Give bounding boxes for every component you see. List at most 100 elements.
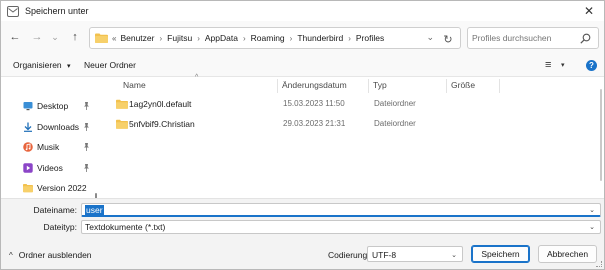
music-icon <box>23 142 33 152</box>
address-history-chevron-icon[interactable]: ⌄ <box>426 32 434 43</box>
column-divider[interactable] <box>368 79 369 93</box>
command-bar: Organisieren ▾ Neuer Ordner ≡ ▾ ? <box>1 55 604 77</box>
refresh-button[interactable]: ↻ <box>440 31 456 47</box>
folder-icon <box>116 119 128 129</box>
organize-label: Organisieren <box>13 60 62 70</box>
breadcrumb-item[interactable]: Roaming <box>251 33 285 43</box>
help-icon: ? <box>589 61 594 70</box>
close-button[interactable]: ✕ <box>574 1 604 21</box>
pin-icon <box>83 102 90 112</box>
caret-down-icon[interactable]: ▾ <box>561 61 565 69</box>
forward-button[interactable]: → <box>29 29 45 45</box>
file-date: 29.03.2023 21:31 <box>283 119 346 128</box>
breadcrumb-item[interactable]: Thunderbird <box>297 33 343 43</box>
encoding-value: UTF-8 <box>372 250 397 260</box>
hide-folders-toggle[interactable]: ^ Ordner ausblenden <box>9 250 92 260</box>
file-list: ^ Name Änderungsdatum Typ Größe 1ag2yn0l… <box>101 74 604 198</box>
chevron-right-icon[interactable]: › <box>290 34 293 43</box>
column-divider[interactable] <box>499 79 500 93</box>
view-options-icon[interactable]: ≡ <box>545 59 551 71</box>
sidebar-item-label: Downloads <box>37 122 80 132</box>
desktop-icon <box>23 102 33 111</box>
cancel-label: Abbrechen <box>546 249 589 259</box>
column-header-date[interactable]: Änderungsdatum <box>282 80 347 90</box>
navigation-pane: Desktop Downloads Musik Videos Version 2… <box>1 77 101 213</box>
save-button[interactable]: Speichern <box>471 245 530 263</box>
column-divider[interactable] <box>277 79 278 93</box>
table-row[interactable]: 1ag2yn0l.default 15.03.2023 11:50 Dateio… <box>113 96 593 112</box>
dialog-footer: ^ Ordner ausblenden Codierung: UTF-8 ⌄ S… <box>1 236 604 269</box>
sidebar-item-version-2022[interactable]: Version 2022 <box>23 181 87 195</box>
save-label: Speichern <box>481 249 520 259</box>
thunderbird-app-icon <box>7 6 19 17</box>
chevron-down-icon[interactable]: ⌄ <box>589 206 595 214</box>
title-bar: Speichern unter ✕ <box>1 1 604 21</box>
recent-locations-button[interactable]: ⌄ <box>47 29 63 45</box>
column-header-size[interactable]: Größe <box>451 80 475 90</box>
sidebar-item-desktop[interactable]: Desktop <box>23 99 68 113</box>
chevron-down-icon: ⌄ <box>451 252 457 259</box>
file-date: 15.03.2023 11:50 <box>283 99 345 108</box>
hide-folders-label: Ordner ausblenden <box>18 250 92 260</box>
file-list-scrollbar[interactable] <box>600 89 602 181</box>
column-header-name[interactable]: Name <box>123 80 146 90</box>
filename-value: user <box>85 205 104 215</box>
sidebar-item-music[interactable]: Musik <box>23 140 59 154</box>
sidebar-item-videos[interactable]: Videos <box>23 161 63 175</box>
pin-icon <box>83 143 90 153</box>
download-icon <box>24 122 32 132</box>
chevron-down-icon: ⌄ <box>51 31 59 42</box>
chevron-right-icon[interactable]: › <box>348 34 351 43</box>
address-bar[interactable]: « Benutzer › Fujitsu › AppData › Roaming… <box>89 27 461 49</box>
chevron-right-icon[interactable]: › <box>243 34 246 43</box>
breadcrumb-overflow-icon[interactable]: « <box>112 34 116 43</box>
save-options: Dateiname: user ⌄ Dateityp: Textdokument… <box>1 198 604 236</box>
encoding-select[interactable]: UTF-8 ⌄ <box>367 246 463 262</box>
folder-icon <box>116 99 128 109</box>
filename-field[interactable]: user ⌄ <box>81 203 601 217</box>
resize-grip[interactable] <box>596 261 602 267</box>
filetype-label: Dateityp: <box>43 222 77 232</box>
search-input[interactable] <box>472 31 580 45</box>
filetype-select[interactable]: Textdokumente (*.txt) ⌄ <box>81 220 601 234</box>
file-name: 5nfvbif9.Christian <box>129 119 195 129</box>
chevron-right-icon[interactable]: › <box>159 34 162 43</box>
sidebar-item-label: Desktop <box>37 101 69 111</box>
search-icon <box>580 33 591 44</box>
sidebar-item-downloads[interactable]: Downloads <box>23 120 79 134</box>
filename-label: Dateiname: <box>33 205 77 215</box>
folder-icon <box>95 33 108 43</box>
sidebar-item-label: Version 2022 <box>37 183 87 193</box>
up-button[interactable]: ↑ <box>67 29 83 45</box>
caret-down-icon: ▾ <box>67 63 71 70</box>
back-button[interactable]: ← <box>7 29 23 45</box>
column-divider[interactable] <box>446 79 447 93</box>
sidebar-item-label: Musik <box>37 142 60 152</box>
breadcrumb-item[interactable]: Fujitsu <box>167 33 192 43</box>
breadcrumb-item[interactable]: Profiles <box>356 33 384 43</box>
cancel-button[interactable]: Abbrechen <box>538 245 597 263</box>
table-row[interactable]: 5nfvbif9.Christian 29.03.2023 21:31 Date… <box>113 116 593 132</box>
pin-icon <box>83 123 90 133</box>
chevron-up-icon: ^ <box>9 250 13 260</box>
column-header-type[interactable]: Typ <box>373 80 387 90</box>
sidebar-item-label: Videos <box>37 163 63 173</box>
file-name: 1ag2yn0l.default <box>129 99 192 109</box>
breadcrumb-item[interactable]: Benutzer <box>120 33 154 43</box>
arrow-right-icon: → <box>31 31 43 43</box>
pin-icon <box>83 164 90 174</box>
save-as-dialog: Speichern unter ✕ ← → ⌄ ↑ « Benutzer › F… <box>0 0 605 270</box>
file-type: Dateiordner <box>374 119 416 128</box>
search-box[interactable] <box>467 27 599 49</box>
breadcrumb-item[interactable]: AppData <box>205 33 238 43</box>
chevron-right-icon[interactable]: › <box>197 34 200 43</box>
arrow-up-icon: ↑ <box>72 31 78 43</box>
video-icon <box>23 163 33 173</box>
close-icon: ✕ <box>583 4 595 18</box>
chevron-down-icon: ⌄ <box>589 224 595 231</box>
sort-ascending-icon: ^ <box>195 74 199 81</box>
new-folder-button[interactable]: Neuer Ordner <box>84 60 136 70</box>
window-title: Speichern unter <box>25 6 89 16</box>
help-button[interactable]: ? <box>586 60 597 71</box>
organize-menu-button[interactable]: Organisieren ▾ <box>13 60 71 70</box>
